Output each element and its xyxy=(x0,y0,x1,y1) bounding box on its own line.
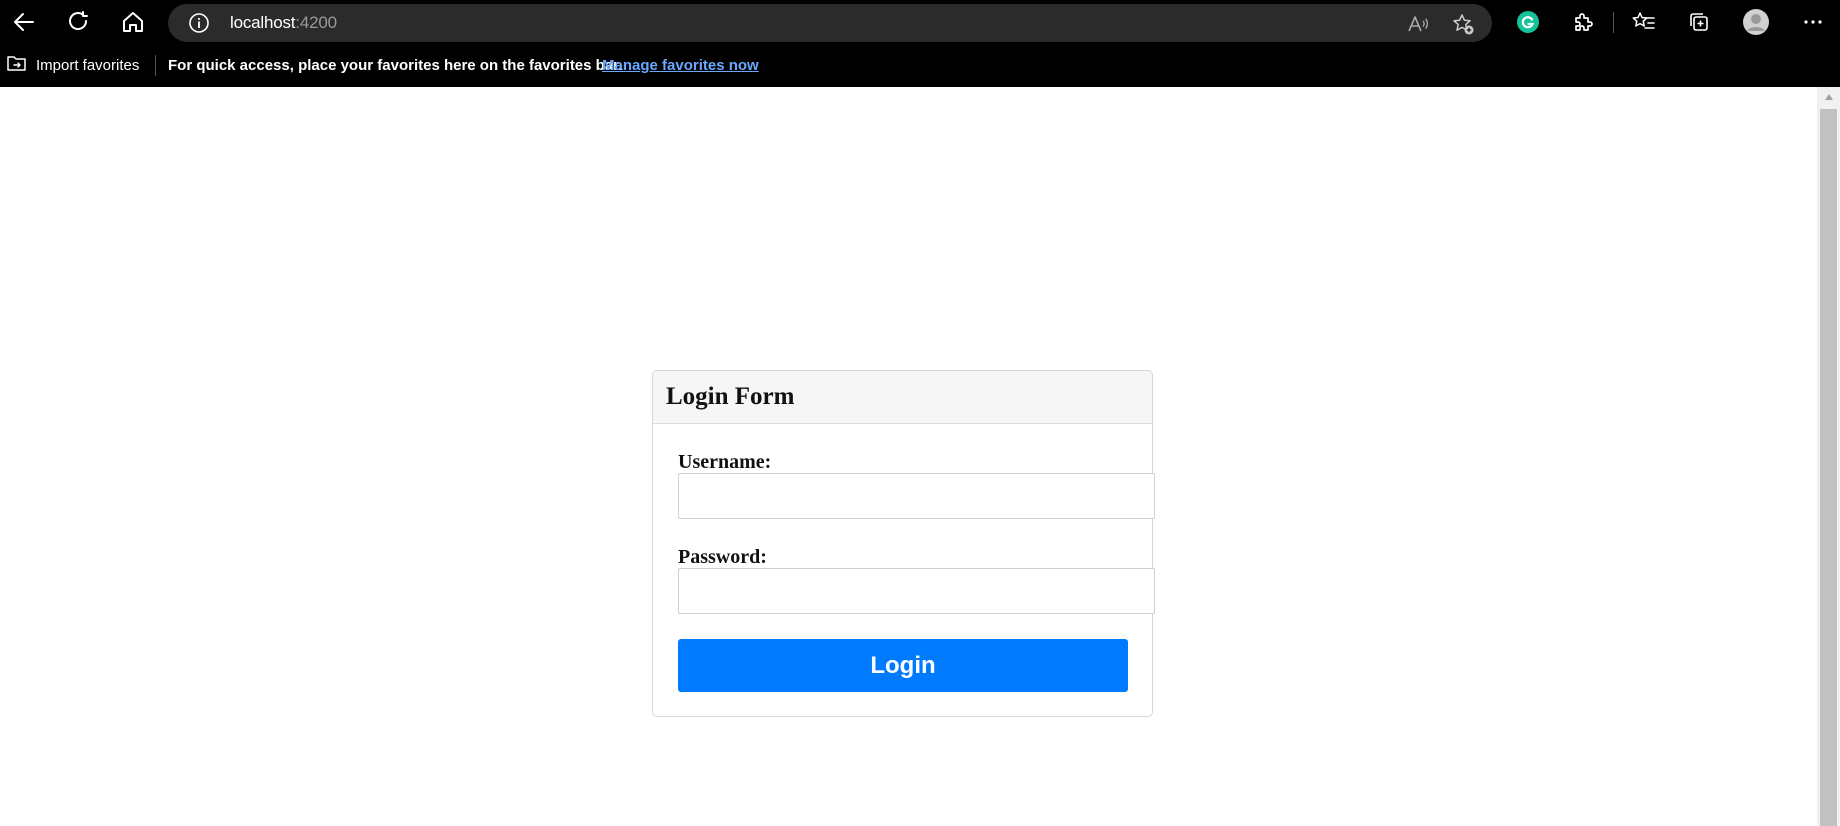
browser-toolbar: localhost:4200 xyxy=(0,0,1840,44)
import-favorites-label: Import favorites xyxy=(36,56,140,74)
scrollbar-thumb[interactable] xyxy=(1820,109,1837,826)
home-icon[interactable] xyxy=(117,6,149,38)
profile-icon[interactable] xyxy=(1740,6,1772,38)
refresh-icon[interactable] xyxy=(63,6,95,38)
collections-icon[interactable] xyxy=(1683,6,1715,38)
address-url[interactable]: localhost:4200 xyxy=(230,4,337,42)
username-input[interactable] xyxy=(678,473,1155,519)
favorites-divider xyxy=(155,55,156,76)
more-icon[interactable] xyxy=(1797,6,1829,38)
address-bar[interactable]: localhost:4200 xyxy=(168,4,1492,42)
password-input[interactable] xyxy=(678,568,1155,614)
import-favorites-button[interactable]: Import favorites xyxy=(6,54,139,76)
manage-favorites-link[interactable]: Manage favorites now xyxy=(602,55,759,77)
password-label: Password: xyxy=(678,546,767,568)
import-favorites-icon xyxy=(6,53,28,77)
login-form-title: Login Form xyxy=(666,383,795,410)
scroll-up-arrow-icon[interactable] xyxy=(1817,87,1840,107)
favorites-icon[interactable] xyxy=(1628,6,1660,38)
favorites-message: For quick access, place your favorites h… xyxy=(168,57,623,74)
username-label: Username: xyxy=(678,451,772,473)
extensions-icon[interactable] xyxy=(1567,6,1599,38)
login-button[interactable]: Login xyxy=(678,639,1128,692)
login-card: Login Form Username: Password: Login xyxy=(652,370,1155,717)
back-icon[interactable] xyxy=(8,6,40,38)
page-scrollbar[interactable] xyxy=(1817,87,1840,826)
site-info-icon[interactable] xyxy=(188,12,210,34)
toolbar-divider xyxy=(1613,12,1614,33)
favorites-bar: Import favorites For quick access, place… xyxy=(0,44,1840,87)
grammarly-icon[interactable] xyxy=(1512,6,1544,38)
url-port: :4200 xyxy=(295,13,337,32)
login-card-header: Login Form xyxy=(653,371,1152,424)
url-host: localhost xyxy=(230,13,296,32)
add-favorite-icon[interactable] xyxy=(1451,12,1475,36)
read-aloud-icon[interactable] xyxy=(1406,12,1430,36)
